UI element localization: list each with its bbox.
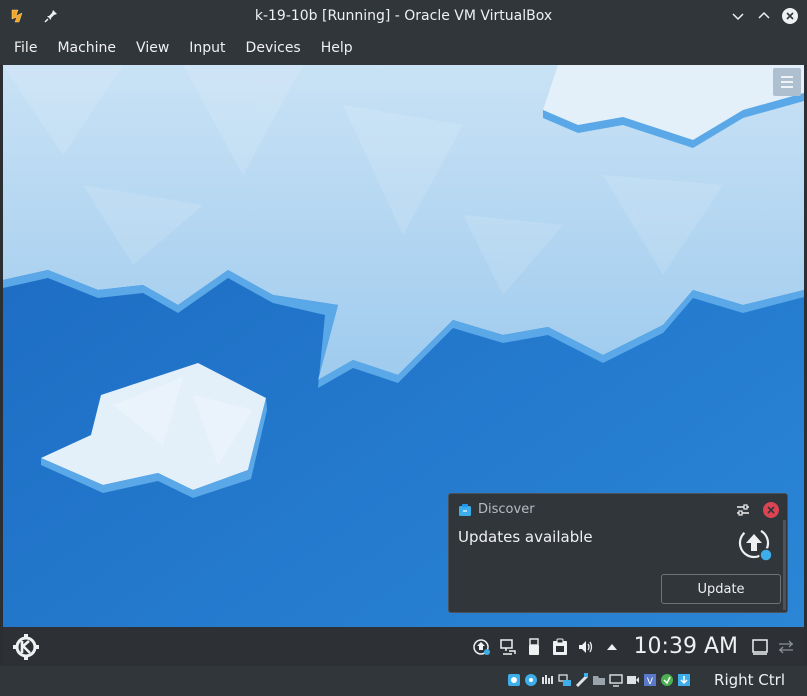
- window-title: k-19-10b [Running] - Oracle VM VirtualBo…: [254, 8, 553, 24]
- chevron-down-icon: [732, 13, 744, 21]
- kde-logo-icon: [13, 633, 39, 660]
- close-icon: [767, 506, 775, 514]
- update-button[interactable]: Update: [661, 574, 781, 604]
- updates-icon[interactable]: [472, 637, 492, 657]
- application-launcher-button[interactable]: [8, 629, 44, 665]
- notification-scrollbar[interactable]: [783, 520, 786, 610]
- volume-icon[interactable]: [576, 637, 596, 657]
- update-arrow-icon: [737, 526, 775, 568]
- shared-folders-icon[interactable]: [591, 670, 606, 690]
- network-adapter-icon[interactable]: [557, 670, 572, 690]
- configure-icon: [737, 504, 749, 516]
- guest-desktop[interactable]: Discover Updates available Update: [3, 65, 804, 627]
- mouse-integration-icon[interactable]: [659, 670, 674, 690]
- keyboard-icon[interactable]: [676, 670, 691, 690]
- menu-input[interactable]: Input: [179, 32, 235, 65]
- tray-expand-icon[interactable]: [602, 637, 622, 657]
- pin-icon[interactable]: [40, 5, 62, 27]
- notification-message: Updates available: [458, 528, 593, 546]
- usb-icon[interactable]: [524, 637, 544, 657]
- notification-close-button[interactable]: [763, 502, 779, 518]
- menu-view[interactable]: View: [126, 32, 179, 65]
- system-tray: 10:39 AM: [472, 627, 796, 666]
- title-bar: k-19-10b [Running] - Oracle VM VirtualBo…: [0, 0, 807, 32]
- discover-icon: [459, 503, 471, 516]
- menu-bar: File Machine View Input Devices Help: [0, 32, 807, 65]
- host-key-label: Right Ctrl: [714, 671, 785, 689]
- minimize-button[interactable]: [727, 5, 749, 27]
- virtualbox-app-icon[interactable]: [8, 5, 30, 27]
- close-button[interactable]: [779, 5, 801, 27]
- hard-disk-icon[interactable]: [506, 670, 521, 690]
- taskbar-panel: 10:39 AM: [3, 627, 804, 666]
- cpu-icon[interactable]: V: [642, 670, 657, 690]
- notification-app-name: Discover: [478, 502, 535, 517]
- network-icon[interactable]: [498, 637, 518, 657]
- display-icon[interactable]: [608, 670, 623, 690]
- vm-status-bar: V Right Ctrl: [0, 666, 807, 696]
- notification-settings-button[interactable]: [735, 502, 751, 522]
- desktop-toolbox-button[interactable]: [773, 68, 801, 96]
- maximize-button[interactable]: [753, 5, 775, 27]
- menu-file[interactable]: File: [4, 32, 47, 65]
- digital-clock[interactable]: 10:39 AM: [634, 634, 738, 659]
- device-indicators: V: [506, 670, 691, 690]
- discover-notification: Discover Updates available Update: [448, 493, 788, 613]
- usb-devices-icon[interactable]: [574, 670, 589, 690]
- chevron-up-icon: [758, 11, 770, 19]
- menu-devices[interactable]: Devices: [236, 32, 311, 65]
- panel-settings-icon[interactable]: [776, 637, 796, 657]
- clipboard-icon[interactable]: [550, 637, 570, 657]
- optical-drive-icon[interactable]: [523, 670, 538, 690]
- show-desktop-icon[interactable]: [750, 637, 770, 657]
- close-icon: [782, 8, 798, 24]
- menu-machine[interactable]: Machine: [47, 32, 126, 65]
- svg-text:V: V: [646, 677, 653, 687]
- recording-icon[interactable]: [625, 670, 640, 690]
- menu-help[interactable]: Help: [311, 32, 363, 65]
- audio-icon[interactable]: [540, 670, 555, 690]
